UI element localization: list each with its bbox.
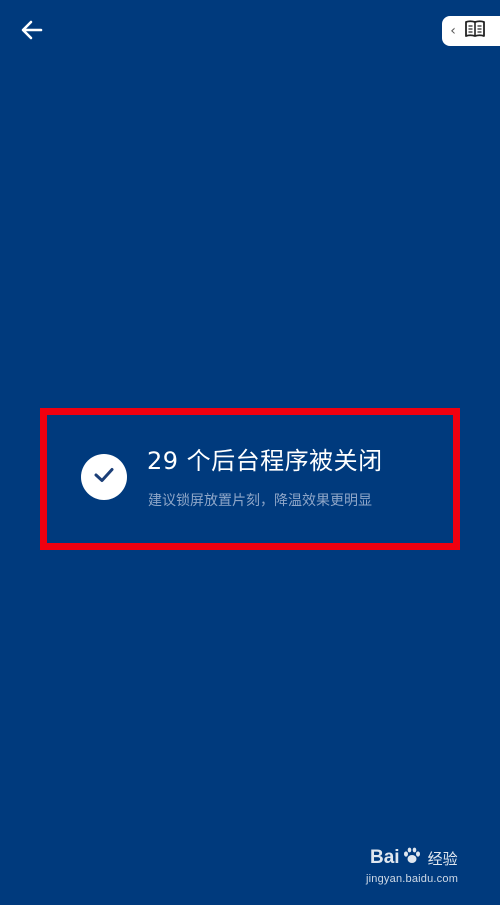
back-button[interactable]	[14, 14, 50, 50]
paw-logo-icon	[402, 846, 422, 870]
watermark-url: jingyan.baidu.com	[366, 873, 459, 885]
chevron-left-icon: ‹	[450, 23, 456, 39]
result-subtitle: 建议锁屏放置片刻，降温效果更明显	[148, 493, 372, 509]
watermark-brand-suffix: 经验	[427, 849, 458, 868]
arrow-left-icon	[20, 18, 44, 46]
success-status-badge	[81, 454, 127, 500]
check-icon	[93, 466, 115, 488]
reader-mode-button[interactable]: ‹	[442, 16, 500, 46]
result-title: 29 个后台程序被关闭	[147, 447, 383, 475]
watermark-brand-prefix: Bai	[370, 847, 400, 868]
open-book-icon	[464, 19, 486, 43]
baidu-jingyan-watermark: Bai 经验 jingyan.baidu.com	[364, 845, 482, 891]
